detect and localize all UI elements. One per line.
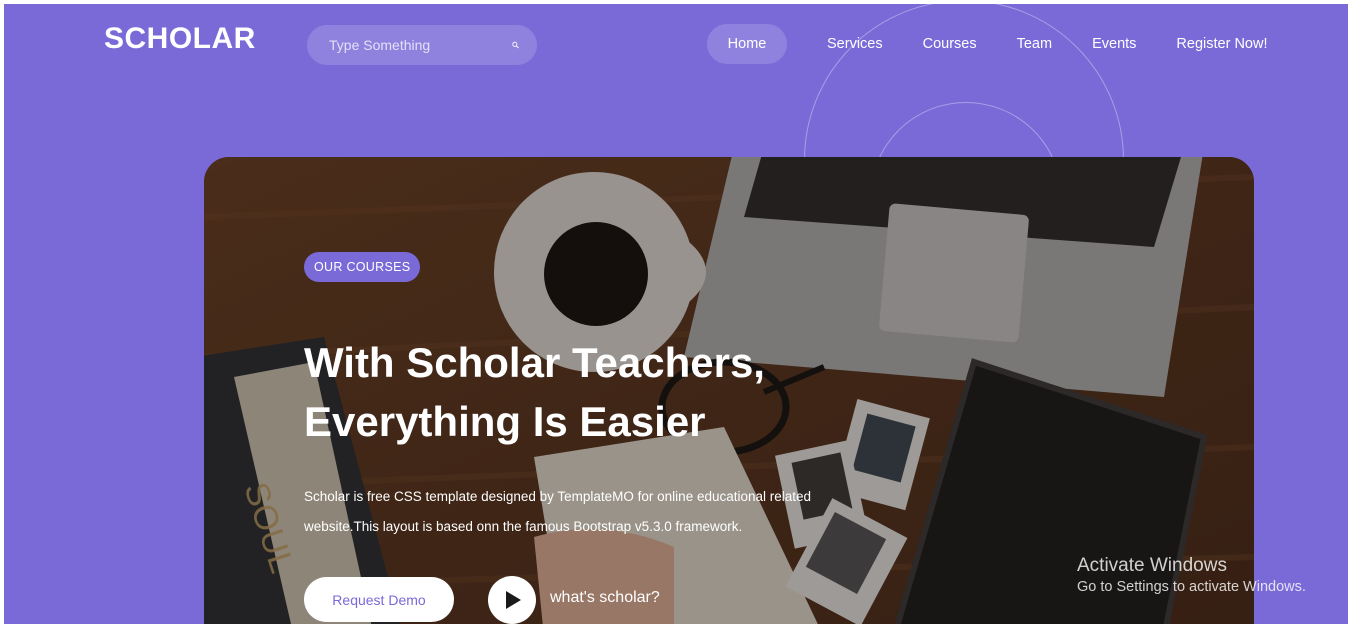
play-button[interactable] bbox=[488, 576, 536, 624]
hero-banner: SOUL OUR COURSES With Scholar Teachers, … bbox=[204, 157, 1254, 624]
play-icon bbox=[506, 591, 521, 609]
hero-description-line2: website.This layout is based onn the fam… bbox=[304, 519, 743, 534]
nav-services[interactable]: Services bbox=[827, 24, 883, 64]
activate-windows-watermark: Activate Windows Go to Settings to activ… bbox=[1077, 555, 1306, 595]
nav-events[interactable]: Events bbox=[1092, 24, 1136, 64]
site-logo[interactable]: SCHOLAR bbox=[104, 22, 256, 56]
activate-windows-subtitle: Go to Settings to activate Windows. bbox=[1077, 579, 1306, 595]
hero-title-line2: Everything Is Easier bbox=[304, 398, 706, 445]
hero-description: Scholar is free CSS template designed by… bbox=[304, 482, 864, 542]
main-nav: Home Services Courses Team Events Regist… bbox=[707, 24, 1267, 64]
hero-title-line1: With Scholar Teachers, bbox=[304, 339, 765, 386]
nav-register[interactable]: Register Now! bbox=[1176, 24, 1267, 64]
nav-team[interactable]: Team bbox=[1017, 24, 1052, 64]
search-bar bbox=[307, 25, 537, 65]
our-courses-badge[interactable]: OUR COURSES bbox=[304, 252, 421, 282]
page-frame: SCHOLAR Home Services Courses Team Event… bbox=[4, 4, 1348, 624]
hero-title: With Scholar Teachers, Everything Is Eas… bbox=[304, 333, 904, 451]
play-label[interactable]: what's scholar? bbox=[550, 589, 660, 607]
search-icon[interactable] bbox=[512, 36, 519, 54]
nav-home[interactable]: Home bbox=[707, 24, 787, 64]
nav-courses[interactable]: Courses bbox=[923, 24, 977, 64]
search-input[interactable] bbox=[327, 36, 512, 54]
request-demo-button[interactable]: Request Demo bbox=[304, 577, 454, 622]
hero-description-line1: Scholar is free CSS template designed by… bbox=[304, 489, 812, 504]
activate-windows-title: Activate Windows bbox=[1077, 555, 1227, 576]
